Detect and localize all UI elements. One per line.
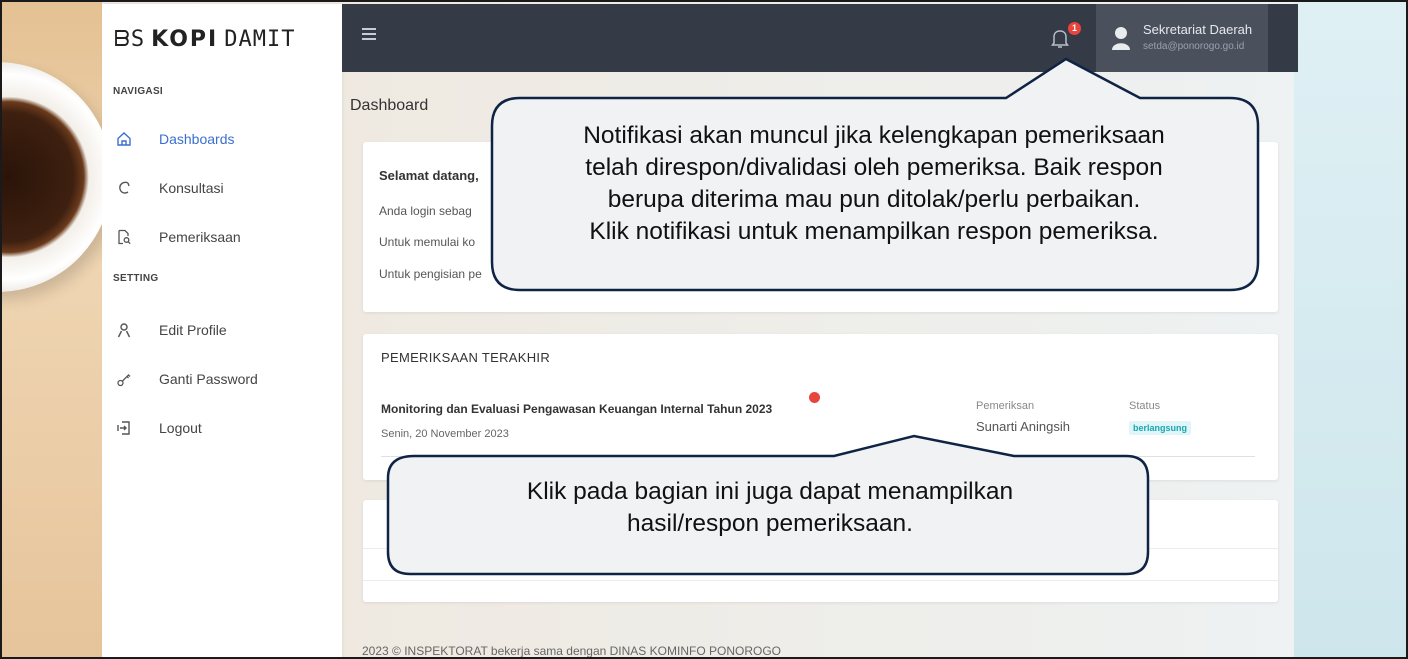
notification-callout-text: Notifikasi akan muncul jika kelengkapan … (498, 120, 1250, 248)
sidebar-item-pemeriksaan[interactable]: Pemeriksaan (102, 212, 342, 261)
latest-exam-card: PEMERIKSAAN TERAKHIR Monitoring dan Eval… (363, 334, 1278, 480)
welcome-line: Untuk pengisian pe (379, 267, 482, 281)
sidebar-item-dashboards[interactable]: Dashboards (102, 114, 342, 163)
screenshot-frame: ᗷS KOPI DAMIT NAVIGASI Dashboards Konsul… (0, 0, 1408, 659)
sidebar-item-edit-profile[interactable]: Edit Profile (102, 305, 342, 354)
callout-line: Notifikasi akan muncul jika kelengkapan … (583, 122, 1165, 149)
background-left (2, 2, 112, 657)
sidebar: ᗷS KOPI DAMIT NAVIGASI Dashboards Konsul… (102, 4, 342, 657)
callout-line: berupa diterima mau pun ditolak/perlu pe… (607, 186, 1141, 213)
callout-line: Klik notifikasi untuk menampilkan respon… (589, 218, 1159, 245)
examiner-name: Sunarti Aningsih (976, 419, 1070, 434)
setting-section-label: SETTING (113, 273, 159, 284)
document-search-icon (114, 227, 134, 247)
status-badge: berlangsung (1129, 421, 1192, 435)
welcome-line: Untuk memulai ko (379, 235, 476, 249)
nav-section-label: NAVIGASI (113, 86, 163, 97)
callout-line: Klik pada bagian ini juga dapat menampil… (526, 478, 1014, 505)
row-divider (381, 456, 1255, 457)
logo-main: KOPI (151, 26, 219, 52)
footer-text: 2023 © INSPEKTORAT bekerja sama dengan D… (362, 644, 781, 658)
sidebar-item-konsultasi[interactable]: Konsultasi (102, 163, 342, 212)
page-title: Dashboard (350, 97, 429, 114)
user-name: Sekretariat Daerah (1143, 22, 1253, 37)
card-divider (363, 580, 1278, 581)
examiner-label: Pemeriksan (976, 400, 1035, 412)
avatar (1112, 26, 1130, 50)
callout-line: telah direspon/divalidasi oleh pemeriksa… (585, 154, 1163, 181)
callout-line: hasil/respon pemeriksaan. (627, 510, 913, 537)
coffee-cup-image (2, 62, 112, 292)
sidebar-item-logout[interactable]: Logout (102, 403, 342, 452)
logo-prefix: ᗷS (114, 26, 146, 52)
sidebar-item-label: Ganti Password (159, 370, 258, 387)
user-icon (114, 320, 134, 340)
exam-notification-dot (809, 392, 820, 403)
sidebar-item-label: Konsultasi (159, 179, 224, 196)
exam-date: Senin, 20 November 2023 (381, 428, 509, 440)
consult-icon (114, 178, 134, 198)
notification-bell-icon[interactable] (1050, 26, 1070, 50)
logo-suffix: DAMIT (224, 26, 296, 52)
notification-badge[interactable]: 1 (1068, 22, 1081, 35)
key-icon (114, 369, 134, 389)
menu-toggle-icon[interactable] (362, 28, 376, 43)
user-menu[interactable]: Sekretariat Daerah setda@ponorogo.go.id (1096, 4, 1268, 72)
topbar: 1 Sekretariat Daerah setda@ponorogo.go.i… (342, 4, 1298, 72)
background-right (1294, 2, 1406, 657)
welcome-title: Selamat datang, (379, 168, 479, 183)
row-callout-text: Klik pada bagian ini juga dapat menampil… (394, 476, 1146, 540)
sidebar-item-label: Edit Profile (159, 321, 227, 338)
welcome-line: Anda login sebag (379, 204, 472, 218)
sidebar-item-label: Pemeriksaan (159, 228, 241, 245)
latest-exam-header: PEMERIKSAAN TERAKHIR (381, 350, 551, 365)
user-email: setda@ponorogo.go.id (1143, 41, 1245, 52)
sidebar-item-ganti-password[interactable]: Ganti Password (102, 354, 342, 403)
logout-icon (114, 418, 134, 438)
exam-title-link[interactable]: Monitoring dan Evaluasi Pengawasan Keuan… (381, 402, 772, 416)
sidebar-item-label: Logout (159, 419, 202, 436)
status-label: Status (1129, 400, 1161, 412)
card-divider (363, 548, 1278, 549)
app-logo[interactable]: ᗷS KOPI DAMIT (102, 4, 342, 74)
home-icon (114, 129, 134, 149)
sidebar-item-label: Dashboards (159, 130, 235, 147)
